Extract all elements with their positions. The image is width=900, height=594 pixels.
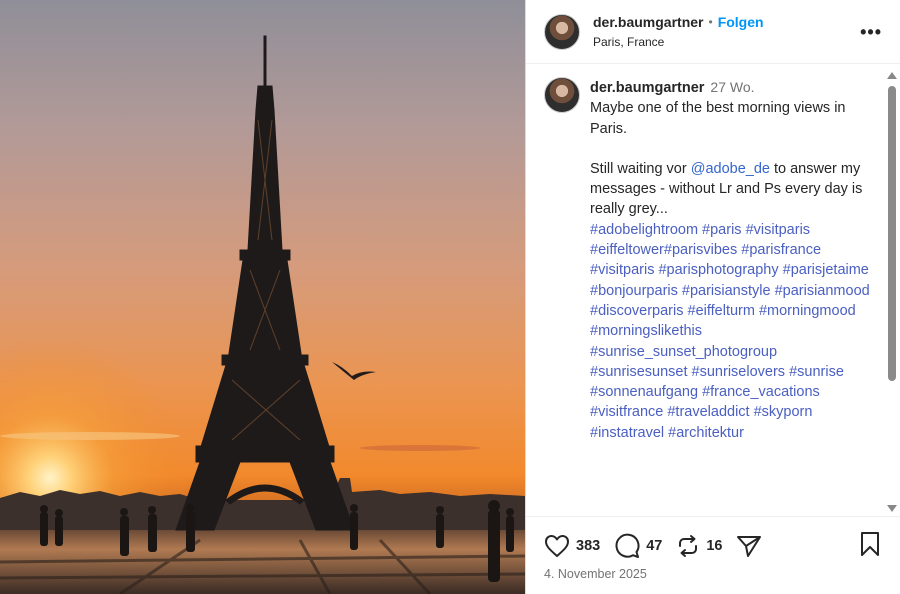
comment-button[interactable]: 47 (614, 533, 662, 559)
caption-line-2-start: Still waiting vor (590, 160, 691, 177)
follow-button[interactable]: Folgen (718, 14, 764, 30)
like-count[interactable]: 383 (576, 538, 600, 554)
repost-count[interactable]: 16 (706, 538, 722, 554)
post-photo[interactable] (0, 0, 525, 594)
repost-button[interactable]: 16 (676, 534, 722, 558)
repost-icon (679, 535, 698, 557)
caption-line-2: Still waiting vor @adobe_de to answer my… (590, 159, 870, 220)
action-bar: 383 47 16 4. November 2025 (526, 516, 900, 594)
author-username[interactable]: der.baumgartner (593, 14, 703, 30)
comments-scrollbar[interactable] (887, 72, 897, 512)
comment-bubble-icon (615, 533, 640, 558)
header-top-row: der.baumgartner • Folgen (593, 14, 764, 30)
scroll-thumb[interactable] (888, 86, 896, 381)
header-text: der.baumgartner • Folgen Paris, France (593, 14, 764, 49)
action-row: 383 47 16 (526, 517, 900, 561)
post-header: der.baumgartner • Folgen Paris, France •… (526, 0, 900, 64)
post-date[interactable]: 4. November 2025 (526, 567, 900, 581)
post-location[interactable]: Paris, France (593, 35, 764, 49)
separator-dot: • (708, 15, 713, 29)
caption-body: der.baumgartner 27 Wo. Maybe one of the b… (590, 77, 870, 443)
eiffel-tower-sunset-image (0, 35, 525, 594)
heart-icon (545, 535, 569, 557)
caption-comment: der.baumgartner 27 Wo. Maybe one of the b… (526, 65, 900, 443)
caption-text: Maybe one of the best morning views in P… (590, 98, 870, 443)
post-side-panel: der.baumgartner • Folgen Paris, France •… (525, 0, 900, 594)
hashtag-list[interactable]: #adobelightroom #paris #visitparis #eiff… (590, 220, 870, 443)
share-button[interactable] (736, 534, 762, 558)
save-button[interactable] (859, 531, 881, 562)
comment-count[interactable]: 47 (646, 538, 662, 554)
more-options-icon[interactable]: ••• (860, 22, 882, 43)
bookmark-icon (861, 532, 879, 556)
send-icon (737, 536, 762, 557)
scroll-up-arrow-icon[interactable] (887, 72, 897, 79)
caption-header: der.baumgartner 27 Wo. (590, 77, 870, 98)
mention-link[interactable]: @adobe_de (691, 161, 770, 177)
scroll-down-arrow-icon[interactable] (887, 505, 897, 512)
like-button[interactable]: 383 (544, 534, 600, 558)
caption-line-1: Maybe one of the best morning views in P… (590, 100, 846, 137)
caption-username[interactable]: der.baumgartner (590, 80, 704, 96)
post-viewer: der.baumgartner • Folgen Paris, France •… (0, 0, 900, 594)
comments-area[interactable]: der.baumgartner 27 Wo. Maybe one of the b… (526, 65, 900, 515)
caption-author-avatar[interactable] (544, 77, 580, 113)
caption-time[interactable]: 27 Wo. (710, 79, 754, 95)
author-avatar[interactable] (544, 13, 580, 50)
